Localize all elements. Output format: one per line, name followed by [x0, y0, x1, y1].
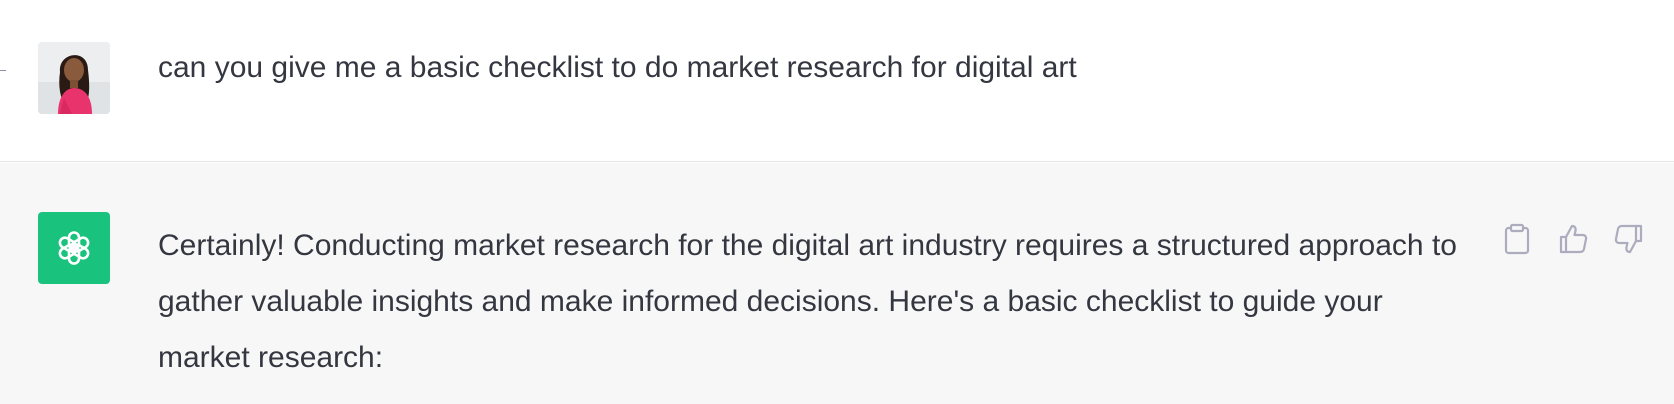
copy-button[interactable] [1498, 220, 1536, 258]
assistant-paragraph: Certainly! Conducting market research fo… [158, 229, 1457, 374]
user-photo-avatar [38, 42, 110, 114]
left-edge-marker [0, 70, 6, 71]
chat-thread: can you give me a basic checklist to do … [0, 0, 1674, 404]
user-message-text: can you give me a basic checklist to do … [158, 51, 1077, 84]
message-actions [1498, 220, 1648, 258]
assistant-avatar [38, 212, 110, 284]
thumbs-down-button[interactable] [1610, 220, 1648, 258]
assistant-message-text: Certainly! Conducting market research fo… [158, 218, 1468, 386]
user-avatar [38, 42, 110, 114]
thumbs-up-icon [1559, 224, 1588, 254]
thumbs-down-icon [1614, 224, 1643, 254]
user-message-row: can you give me a basic checklist to do … [0, 0, 1674, 162]
clipboard-icon [1504, 223, 1530, 255]
thumbs-up-button[interactable] [1554, 220, 1592, 258]
openai-logo-icon [58, 231, 90, 265]
